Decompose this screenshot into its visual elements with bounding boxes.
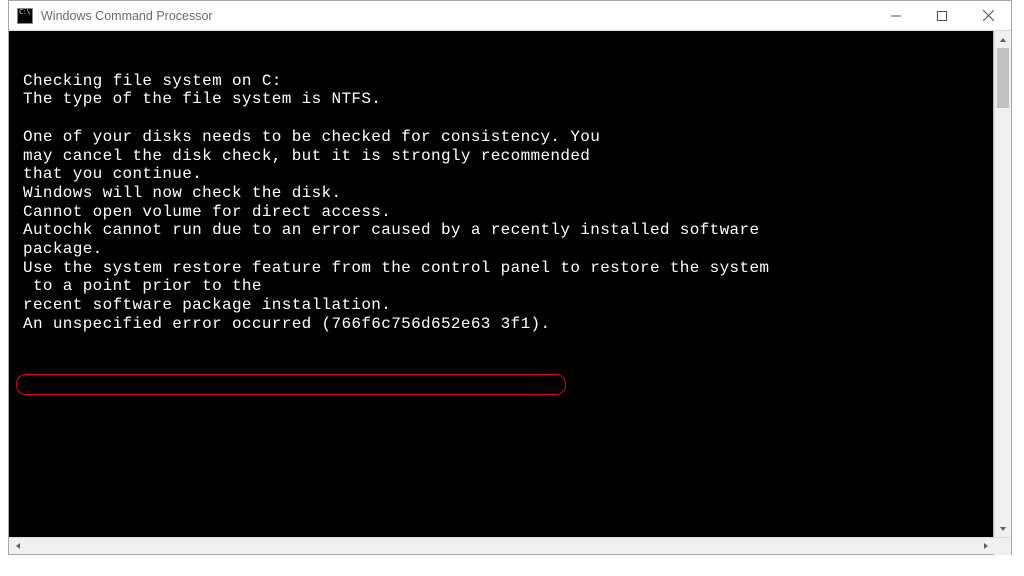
scroll-up-button[interactable] [995, 31, 1011, 48]
scroll-left-button[interactable] [9, 538, 26, 554]
console-text: Checking file system on C: The type of t… [9, 31, 993, 340]
horizontal-scrollbar[interactable] [9, 537, 1011, 554]
client-area: Checking file system on C: The type of t… [9, 31, 1011, 554]
horizontal-scroll-track[interactable] [26, 538, 977, 554]
scroll-down-button[interactable] [995, 520, 1011, 537]
console-row: Checking file system on C: The type of t… [9, 31, 1011, 537]
command-processor-window: Windows Command Processor Checking file … [8, 0, 1012, 555]
minimize-button[interactable] [873, 1, 919, 30]
scrollbar-corner [994, 538, 1011, 555]
error-highlight-annotation [16, 374, 566, 395]
window-controls [873, 1, 1011, 30]
horizontal-scroll-thumb[interactable] [26, 540, 977, 552]
vertical-scroll-thumb[interactable] [997, 48, 1009, 108]
vertical-scroll-track[interactable] [995, 48, 1011, 520]
titlebar[interactable]: Windows Command Processor [9, 1, 1011, 31]
vertical-scrollbar[interactable] [994, 31, 1011, 537]
scroll-right-button[interactable] [977, 538, 994, 554]
maximize-button[interactable] [919, 1, 965, 30]
close-button[interactable] [965, 1, 1011, 30]
window-title: Windows Command Processor [41, 9, 873, 23]
cmd-icon [17, 8, 33, 24]
console-output[interactable]: Checking file system on C: The type of t… [9, 31, 994, 537]
